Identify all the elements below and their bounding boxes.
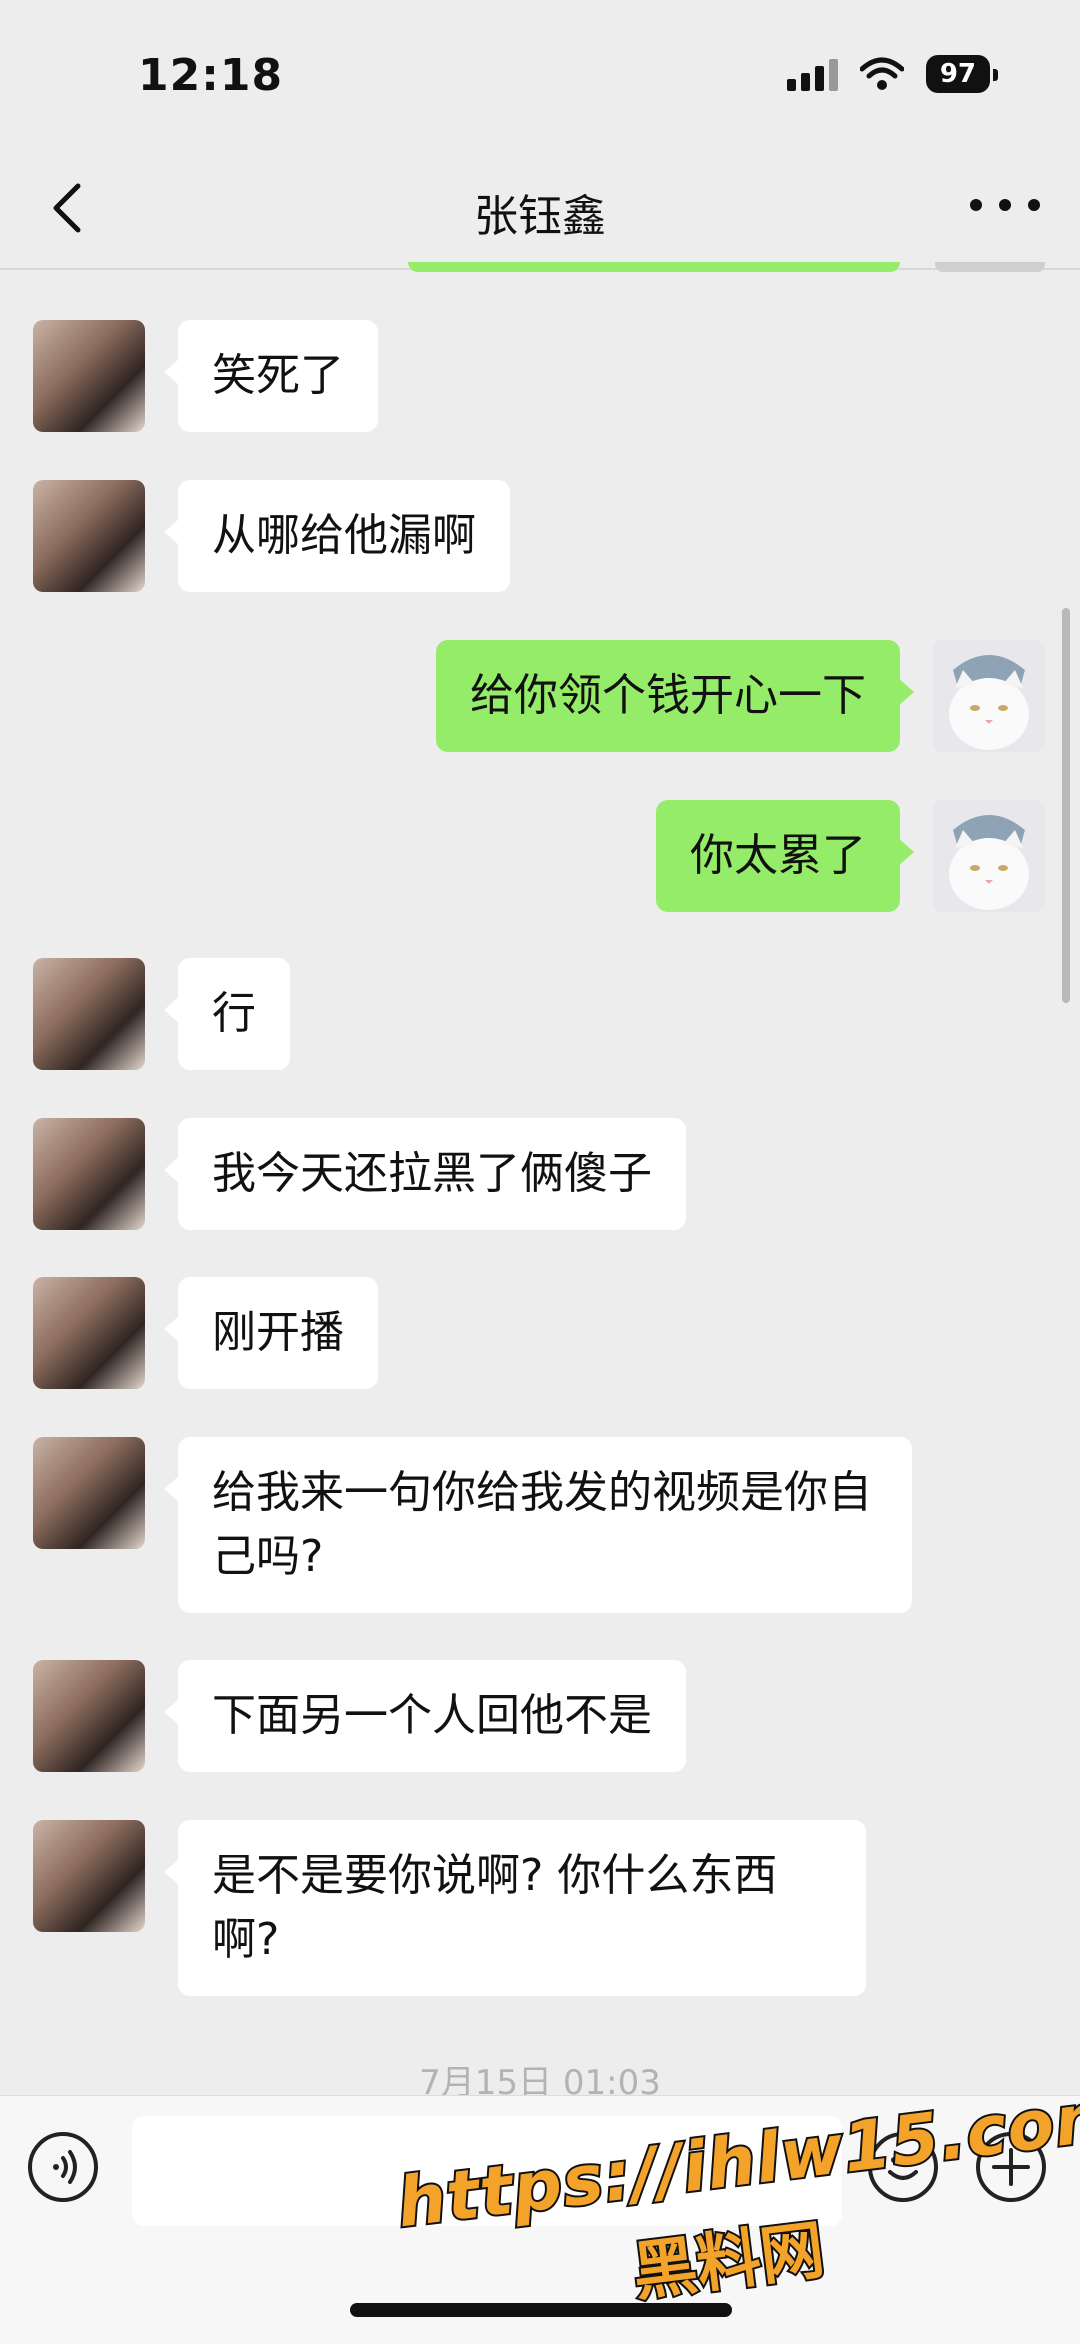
contact-avatar[interactable] (33, 1277, 145, 1389)
contact-avatar[interactable] (33, 1820, 145, 1932)
cat-avatar-icon (933, 800, 1045, 912)
battery-indicator: 97 (925, 55, 999, 93)
message-bubble[interactable]: 给你领个钱开心一下 (436, 640, 914, 752)
message-bubble[interactable]: 你太累了 (656, 800, 914, 912)
scrollbar[interactable] (1062, 608, 1070, 1003)
cellular-signal-icon (786, 57, 838, 91)
more-dots-icon (970, 199, 982, 211)
more-button[interactable] (970, 180, 1040, 230)
contact-avatar[interactable] (33, 958, 145, 1070)
status-time: 12:18 (138, 50, 284, 101)
contact-avatar[interactable] (33, 1118, 145, 1230)
message-bubble[interactable]: 下面另一个人回他不是 (164, 1660, 686, 1772)
contact-avatar[interactable] (33, 1660, 145, 1772)
my-avatar[interactable] (933, 800, 1045, 912)
partial-message-bubble[interactable] (408, 262, 900, 272)
message-bubble[interactable]: 刚开播 (164, 1277, 378, 1389)
wifi-icon (859, 57, 904, 90)
message-bubble[interactable]: 我今天还拉黑了俩傻子 (164, 1118, 686, 1230)
contact-avatar[interactable] (33, 480, 145, 592)
status-icons: 97 (786, 55, 999, 93)
voice-icon (53, 2150, 77, 2184)
status-bar: 12:18 97 (0, 0, 1080, 150)
contact-avatar[interactable] (33, 320, 145, 432)
message-bubble[interactable]: 是不是要你说啊? 你什么东西啊? (164, 1820, 866, 1996)
voice-button[interactable] (28, 2132, 98, 2202)
message-bubble[interactable]: 给我来一句你给我发的视频是你自己吗? (164, 1437, 912, 1613)
cat-avatar-icon (933, 640, 1045, 752)
message-bubble[interactable]: 从哪给他漏啊 (164, 480, 510, 592)
message-bubble[interactable]: 行 (164, 958, 290, 1070)
partial-avatar[interactable] (935, 262, 1045, 272)
message-bubble[interactable]: 笑死了 (164, 320, 378, 432)
contact-avatar[interactable] (33, 1437, 145, 1549)
chat-title: 张钰鑫 (474, 191, 606, 242)
chat-header: 张钰鑫 (0, 150, 1080, 270)
my-avatar[interactable] (933, 640, 1045, 752)
